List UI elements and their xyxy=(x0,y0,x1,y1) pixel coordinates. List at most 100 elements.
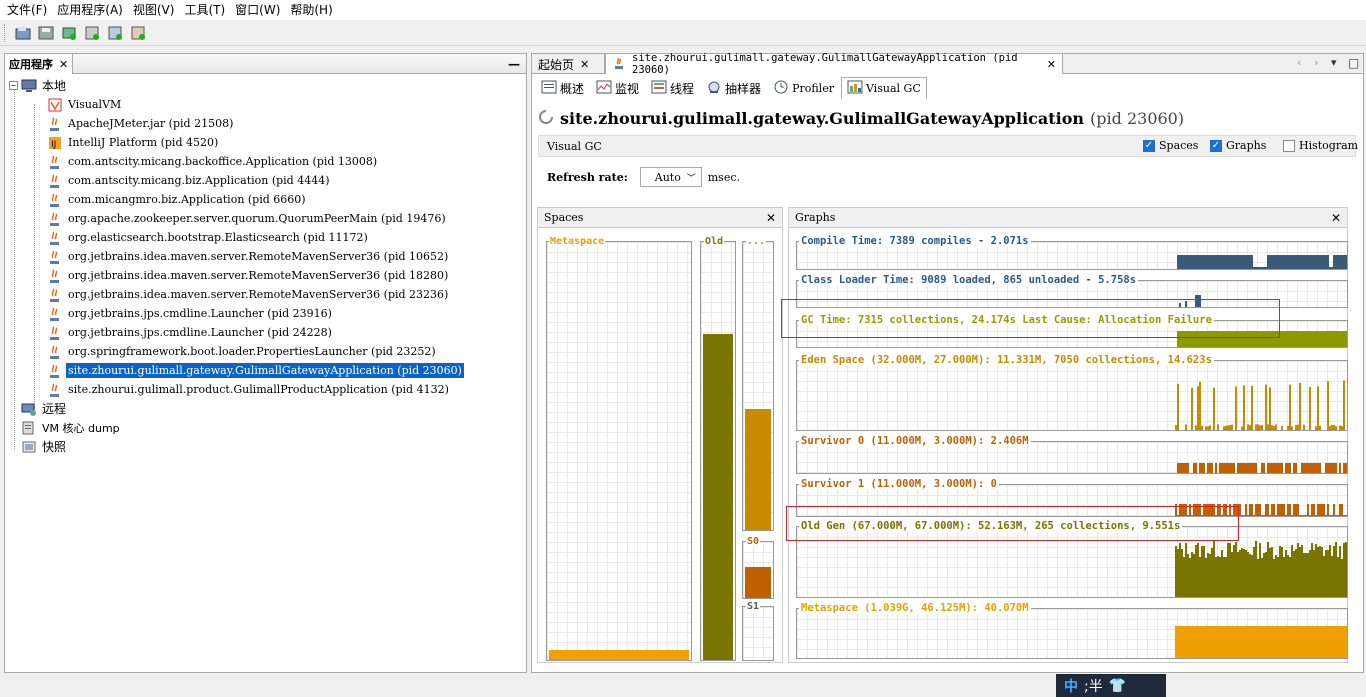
gc-time-bar xyxy=(1339,331,1341,347)
tree-item-application[interactable]: com.micangmro.biz.Application (pid 6660) xyxy=(9,190,524,209)
metaspace-bar xyxy=(1307,626,1309,658)
metaspace-bar xyxy=(1285,626,1287,658)
eden-space-bar xyxy=(1195,425,1197,430)
tree-item-application[interactable]: site.zhourui.gulimall.product.GulimallPr… xyxy=(9,380,524,399)
collapse-toggle-icon[interactable]: − xyxy=(9,81,18,90)
tab-overview[interactable]: 概述 xyxy=(536,77,589,99)
gateway-tab-label: site.zhourui.gulimall.gateway.GulimallGa… xyxy=(632,52,1018,76)
tree-item-application[interactable]: org.jetbrains.idea.maven.server.RemoteMa… xyxy=(9,285,524,304)
tree-item-application[interactable]: org.jetbrains.jps.cmdline.Launcher (pid … xyxy=(9,304,524,323)
compile-time-bar xyxy=(1247,255,1249,269)
tree-item-application[interactable]: com.antscity.micang.biz.Application (pid… xyxy=(9,171,524,190)
close-icon[interactable]: ✕ xyxy=(580,58,589,71)
metaspace-bar xyxy=(1317,626,1319,658)
save-icon[interactable] xyxy=(37,24,55,42)
tab-applications[interactable]: 应用程序 ✕ xyxy=(5,54,74,74)
survivor-1-bar xyxy=(1345,515,1347,516)
compile-time-bar xyxy=(1289,255,1291,269)
histogram-checkbox[interactable]: Histogram xyxy=(1283,139,1358,152)
tree-node-remote[interactable]: 远程 xyxy=(9,399,524,418)
menu-application[interactable]: 应用程序(A) xyxy=(52,0,128,20)
profiler-tab-label: Profiler xyxy=(792,81,834,95)
menu-view[interactable]: 视图(V) xyxy=(128,0,180,20)
tab-profiler[interactable]: Profiler xyxy=(768,77,839,99)
survivor-1-bar xyxy=(1285,515,1287,516)
eden-space-bar xyxy=(1269,387,1271,430)
tree-item-application[interactable]: ApacheJMeter.jar (pid 21508) xyxy=(9,114,524,133)
profiler-icon xyxy=(773,80,789,97)
snapshot-icon xyxy=(21,439,37,455)
tree-item-application[interactable]: com.antscity.micang.backoffice.Applicati… xyxy=(9,152,524,171)
menu-tools[interactable]: 工具(T) xyxy=(179,0,230,20)
ime-mode: ;半 xyxy=(1084,678,1103,695)
tree-item-application[interactable]: org.elasticsearch.bootstrap.Elasticsearc… xyxy=(9,228,524,247)
old-gen-bar xyxy=(1285,550,1287,597)
survivor-1-bar xyxy=(1309,515,1311,516)
old-gen-bar xyxy=(1309,550,1311,597)
tree-item-application[interactable]: org.jetbrains.jps.cmdline.Launcher (pid … xyxy=(9,323,524,342)
refresh-rate-unit: msec. xyxy=(707,170,740,184)
tree-item-application[interactable]: VisualVM xyxy=(9,95,524,114)
eden-space-bar xyxy=(1303,424,1305,430)
eden-space-bar xyxy=(1215,430,1217,431)
add-snapshot-icon[interactable] xyxy=(106,24,124,42)
spaces-checkbox[interactable]: ✓ Spaces xyxy=(1143,139,1198,152)
maximize-icon[interactable]: □ xyxy=(1348,56,1359,70)
minimize-icon[interactable]: — xyxy=(508,57,520,71)
tab-gateway-application[interactable]: site.zhourui.gulimall.gateway.GulimallGa… xyxy=(605,52,1063,76)
close-icon[interactable]: ✕ xyxy=(1331,211,1341,225)
survivor-0-bar xyxy=(1333,463,1335,473)
menu-window[interactable]: 窗口(W) xyxy=(230,0,285,20)
add-heap-icon[interactable] xyxy=(129,24,147,42)
tree-node-snapshot[interactable]: 快照 xyxy=(9,437,524,456)
compile-time-bar xyxy=(1255,267,1257,269)
survivor-1-bar xyxy=(1321,504,1323,516)
add-core-dump-icon[interactable] xyxy=(83,24,101,42)
eden-space-bar xyxy=(1245,430,1247,431)
tree-item-application[interactable]: org.jetbrains.idea.maven.server.RemoteMa… xyxy=(9,266,524,285)
survivor-1-bar xyxy=(1291,515,1293,516)
scroll-tabs-right-icon[interactable]: › xyxy=(1314,56,1318,69)
metaspace-bar xyxy=(1247,626,1249,658)
compile-time-bar xyxy=(1307,255,1309,269)
tree-item-application[interactable]: IJ IntelliJ Platform (pid 4520) xyxy=(9,133,524,152)
tree-node-core-dump[interactable]: VM 核心 dump xyxy=(9,418,524,437)
ime-indicator[interactable]: 中 ;半 👕 xyxy=(1056,674,1166,697)
refresh-rate-select[interactable]: Auto ﹀ xyxy=(639,167,702,187)
tree-item-application[interactable]: org.apache.zookeeper.server.quorum.Quoru… xyxy=(9,209,524,228)
old-gen-bar xyxy=(1277,557,1279,597)
graphs-checkbox[interactable]: ✓ Graphs xyxy=(1210,139,1266,152)
metaspace-bar xyxy=(1193,626,1195,658)
tab-list-dropdown-icon[interactable]: ▾ xyxy=(1331,56,1337,69)
menu-help[interactable]: 帮助(H) xyxy=(285,0,337,20)
survivor-1-bar xyxy=(1333,504,1335,516)
tab-threads[interactable]: 线程 xyxy=(646,77,699,99)
tree-item-application[interactable]: site.zhourui.gulimall.gateway.GulimallGa… xyxy=(9,361,524,380)
close-icon[interactable]: ✕ xyxy=(1047,58,1056,71)
tab-start-page[interactable]: 起始页 ✕ xyxy=(532,54,605,74)
close-icon[interactable]: ✕ xyxy=(766,211,776,225)
eden-space-bar xyxy=(1257,424,1259,430)
tab-sampler[interactable]: 抽样器 xyxy=(701,77,766,99)
close-icon[interactable]: ✕ xyxy=(59,58,68,71)
metaspace-bar xyxy=(1197,626,1199,658)
eden-space-label: ... xyxy=(746,236,767,247)
eden-space-bar xyxy=(1323,430,1325,431)
compile-time-bar xyxy=(1311,255,1313,269)
menu-file[interactable]: 文件(F) xyxy=(2,0,52,20)
spaces-checkbox-label: Spaces xyxy=(1159,139,1199,152)
add-jmx-icon[interactable] xyxy=(60,24,78,42)
application-name: site.zhourui.gulimall.gateway.GulimallGa… xyxy=(560,109,1085,128)
metaspace-bar xyxy=(1255,626,1257,658)
tree-item-application[interactable]: org.jetbrains.idea.maven.server.RemoteMa… xyxy=(9,247,524,266)
tab-visual-gc[interactable]: Visual GC xyxy=(840,77,927,99)
tab-monitor[interactable]: 监视 xyxy=(591,77,644,99)
survivor-1-bar xyxy=(1305,515,1307,516)
metaspace-bar xyxy=(1203,626,1205,658)
tree-node-local[interactable]: − 本地 xyxy=(9,76,524,95)
scroll-tabs-left-icon[interactable]: ‹ xyxy=(1297,56,1301,69)
open-icon[interactable] xyxy=(14,24,32,42)
old-gen-bar xyxy=(1279,546,1281,597)
metaspace-bar xyxy=(1321,626,1323,658)
tree-item-application[interactable]: org.springframework.boot.loader.Properti… xyxy=(9,342,524,361)
